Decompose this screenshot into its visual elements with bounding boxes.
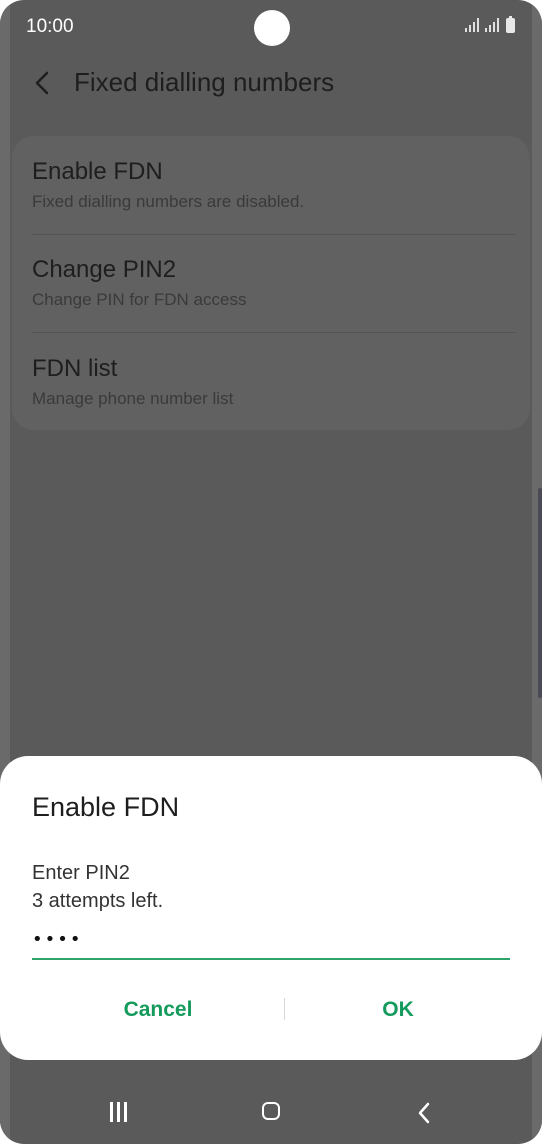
back-icon[interactable] bbox=[416, 1101, 432, 1125]
settings-card: Enable FDN Fixed dialling numbers are di… bbox=[12, 136, 530, 430]
recents-icon[interactable] bbox=[110, 1102, 131, 1127]
back-arrow-icon[interactable] bbox=[32, 70, 54, 96]
divider bbox=[32, 234, 516, 235]
setting-title: Change PIN2 bbox=[32, 256, 177, 283]
phone-screen: 10:00 Fixed dialling numbers Enable FDN … bbox=[0, 0, 542, 1144]
pin2-input[interactable] bbox=[32, 920, 510, 960]
dialog-prompt: Enter PIN2 bbox=[32, 862, 130, 884]
enable-fdn-dialog: Enable FDN Enter PIN2 3 attempts left. C… bbox=[0, 756, 542, 1060]
signal-icon bbox=[464, 17, 480, 33]
button-divider bbox=[284, 998, 285, 1020]
setting-enable-fdn[interactable]: Enable FDN Fixed dialling numbers are di… bbox=[32, 158, 516, 212]
page-title: Fixed dialling numbers bbox=[74, 67, 335, 97]
setting-title: Enable FDN bbox=[32, 158, 163, 185]
setting-fdn-list[interactable]: FDN list Manage phone number list bbox=[32, 355, 516, 409]
front-camera bbox=[254, 10, 290, 46]
signal-icon bbox=[484, 17, 500, 33]
setting-title: FDN list bbox=[32, 355, 118, 382]
setting-subtitle: Manage phone number list bbox=[32, 389, 234, 408]
status-time: 10:00 bbox=[26, 16, 74, 37]
cancel-button[interactable]: Cancel bbox=[58, 992, 258, 1028]
setting-subtitle: Change PIN for FDN access bbox=[32, 290, 247, 309]
battery-icon bbox=[506, 16, 515, 33]
attempts-left-text: 3 attempts left. bbox=[32, 890, 164, 912]
navigation-bar bbox=[0, 1084, 542, 1144]
side-button bbox=[538, 488, 542, 698]
status-bar: 10:00 bbox=[0, 0, 542, 56]
dialog-title: Enable FDN bbox=[32, 792, 180, 822]
divider bbox=[32, 332, 516, 333]
setting-change-pin2[interactable]: Change PIN2 Change PIN for FDN access bbox=[32, 256, 516, 310]
ok-button[interactable]: OK bbox=[298, 992, 498, 1028]
home-icon[interactable] bbox=[262, 1102, 280, 1120]
setting-subtitle: Fixed dialling numbers are disabled. bbox=[32, 192, 305, 211]
